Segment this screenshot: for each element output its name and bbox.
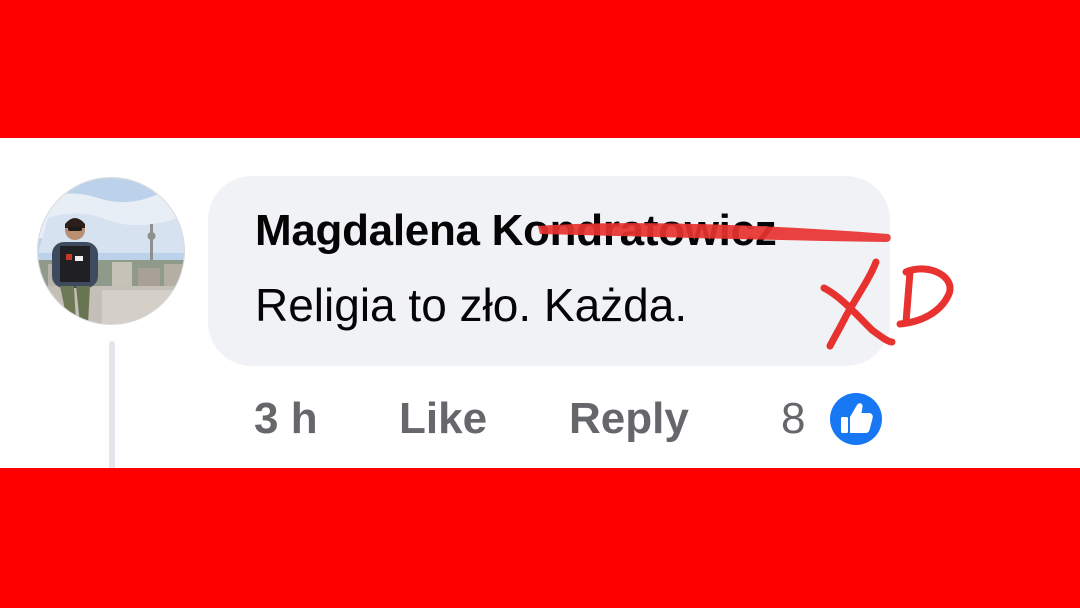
like-button[interactable]: Like	[399, 394, 487, 444]
thumbs-up-icon[interactable]	[826, 389, 886, 449]
top-red-band	[0, 0, 1080, 138]
reaction-count[interactable]: 8	[781, 394, 805, 444]
bottom-red-band	[0, 468, 1080, 608]
comment-thread: Magdalena Kondratowicz Religia to zło. K…	[0, 138, 1080, 471]
reply-button[interactable]: Reply	[569, 394, 689, 444]
comment-actions: 3 h Like Reply 8	[0, 138, 1080, 468]
comment-timestamp: 3 h	[254, 394, 318, 443]
